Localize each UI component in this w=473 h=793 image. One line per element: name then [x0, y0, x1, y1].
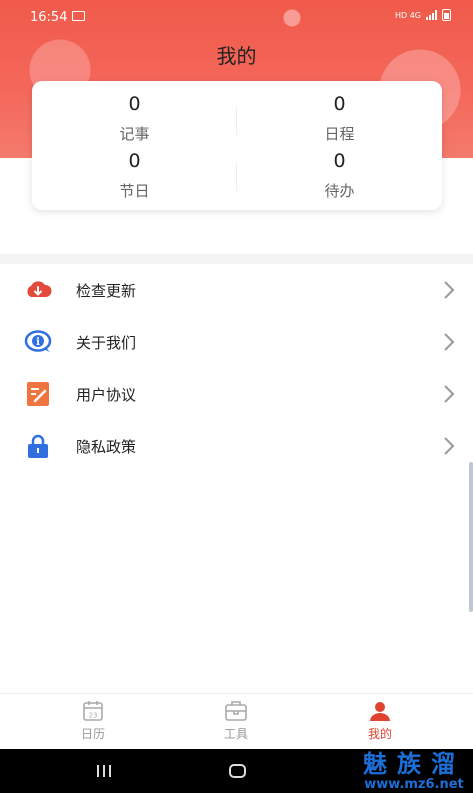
svg-text:i: i: [36, 337, 40, 348]
chevron-right-icon: [444, 333, 455, 351]
stat-label: 待办: [324, 182, 355, 200]
tab-tools[interactable]: 工具: [196, 700, 276, 742]
cloud-download-icon: [27, 281, 52, 297]
stat-schedule[interactable]: 0 日程: [237, 93, 442, 144]
status-time: 16:54: [30, 10, 68, 25]
stat-label: 日程: [324, 125, 355, 143]
info-chat-icon: i: [24, 330, 52, 352]
chevron-right-icon: [444, 281, 455, 299]
user-icon: [370, 702, 390, 721]
signal-icon: [426, 10, 437, 20]
menu-item-check-update[interactable]: 检查更新: [0, 264, 473, 316]
divider: [236, 163, 237, 191]
watermark-text: 魅族溜: [363, 750, 465, 778]
page-title: 我的: [216, 44, 257, 68]
chevron-right-icon: [444, 385, 455, 403]
status-bar: 16:54 HD 4G: [0, 0, 473, 34]
menu-label: 关于我们: [76, 334, 137, 352]
scrollbar[interactable]: [469, 462, 473, 612]
recent-apps-button[interactable]: [97, 765, 111, 777]
watermark: 魅族溜 www.mz6.net: [363, 750, 465, 792]
stat-value: 0: [333, 93, 346, 115]
bottom-nav: 23 日历 工具 我的: [0, 693, 473, 749]
svg-text:23: 23: [89, 712, 98, 720]
stat-value: 0: [128, 150, 141, 172]
network-indicator-text: HD 4G: [394, 10, 421, 20]
menu-item-privacy-policy[interactable]: 隐私政策: [0, 420, 473, 472]
calendar-icon: 23: [83, 701, 103, 721]
stats-card: 0 记事 0 日程 0 节日 0 待办: [32, 81, 442, 210]
status-indicators: HD 4G: [395, 9, 451, 21]
battery-icon: [442, 9, 451, 21]
watermark-url: www.mz6.net: [364, 777, 464, 792]
lock-icon: [28, 434, 48, 458]
menu-label: 用户协议: [76, 386, 137, 404]
tab-label: 工具: [223, 727, 248, 741]
stat-label: 记事: [119, 125, 150, 143]
toolbox-icon: [225, 701, 247, 721]
section-divider: [0, 254, 473, 264]
image-notification-icon: [72, 11, 85, 21]
stat-label: 节日: [119, 182, 150, 200]
chevron-right-icon: [444, 437, 455, 455]
menu-label: 隐私政策: [76, 438, 137, 456]
divider: [236, 107, 237, 135]
tab-label: 我的: [367, 727, 392, 741]
menu-item-user-agreement[interactable]: 用户协议: [0, 368, 473, 420]
tab-label: 日历: [80, 727, 105, 741]
stat-todo[interactable]: 0 待办: [237, 150, 442, 201]
stat-notes[interactable]: 0 记事: [32, 93, 237, 144]
document-edit-icon: [27, 382, 49, 406]
stat-value: 0: [128, 93, 141, 115]
menu-label: 检查更新: [76, 282, 137, 300]
stat-value: 0: [333, 150, 346, 172]
tab-calendar[interactable]: 23 日历: [53, 700, 133, 742]
home-button[interactable]: [229, 764, 246, 778]
stat-holidays[interactable]: 0 节日: [32, 150, 237, 201]
menu-item-about-us[interactable]: i 关于我们: [0, 316, 473, 368]
tab-mine[interactable]: 我的: [340, 700, 420, 742]
